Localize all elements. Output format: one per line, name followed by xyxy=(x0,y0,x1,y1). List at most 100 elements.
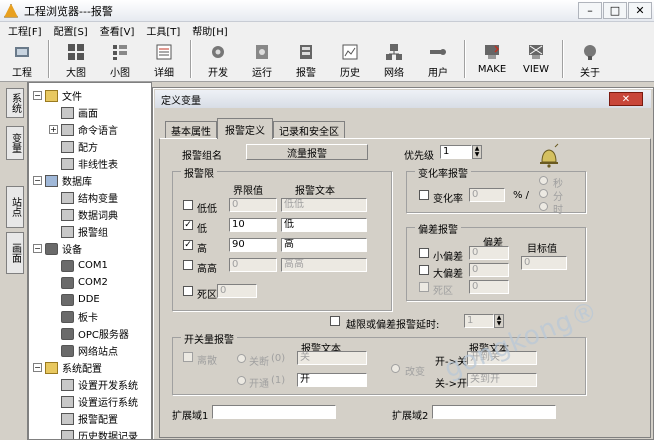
deviation-input[interactable]: 0 xyxy=(469,246,509,260)
tree-item[interactable]: 报警组 xyxy=(49,223,108,240)
tree-item[interactable]: 结构变量 xyxy=(49,189,118,206)
tree-item[interactable]: 板卡 xyxy=(49,308,98,325)
toolbar-about-button[interactable]: 关于 xyxy=(568,38,612,80)
tree-item[interactable]: COM1 xyxy=(49,257,108,274)
deviation-input[interactable]: 0 xyxy=(469,263,509,277)
menu-help[interactable]: 帮助[H] xyxy=(186,23,233,38)
collapse-icon[interactable]: − xyxy=(33,91,42,100)
switch-off-text-input[interactable]: 关 xyxy=(297,351,367,365)
deviation-input[interactable]: 0 xyxy=(469,280,509,294)
deadband-input[interactable]: 0 xyxy=(217,284,257,298)
toolbar-alarm-button[interactable]: 报警 xyxy=(284,38,328,80)
limit-text-input[interactable]: 高 xyxy=(281,238,367,252)
toolbar-small-icons-button[interactable]: 小图 xyxy=(98,38,142,80)
side-tab-variable[interactable]: 变量 xyxy=(6,126,24,160)
expand-icon[interactable]: + xyxy=(49,125,58,134)
close-button[interactable]: ✕ xyxy=(628,2,652,19)
limit-checkbox[interactable] xyxy=(183,200,193,210)
menu-config[interactable]: 配置[S] xyxy=(48,23,94,38)
collapse-icon[interactable]: − xyxy=(33,244,42,253)
alarm-icon xyxy=(300,45,312,59)
deviation-checkbox[interactable] xyxy=(419,248,429,258)
deadband-checkbox[interactable] xyxy=(183,286,193,296)
limit-text-input[interactable]: 低低 xyxy=(281,198,367,212)
side-tab-system[interactable]: 系统 xyxy=(6,88,24,118)
toolbar-detail-button[interactable]: 详细 xyxy=(142,38,186,80)
deviation-checkbox[interactable] xyxy=(419,282,429,292)
side-tab-site[interactable]: 站点 xyxy=(6,186,24,228)
doc-icon xyxy=(61,208,74,221)
discrete-checkbox[interactable] xyxy=(183,352,193,362)
delay-input[interactable]: 1 xyxy=(464,314,494,328)
dialog-close-button[interactable]: ✕ xyxy=(609,92,643,106)
tab-alarm-definition[interactable]: 报警定义 xyxy=(217,118,273,139)
tree-item[interactable]: 报警配置 xyxy=(49,410,118,427)
tree-item[interactable]: − 设备 xyxy=(33,240,82,257)
menu-view[interactable]: 查看[V] xyxy=(94,23,141,38)
menu-tools[interactable]: 工具[T] xyxy=(140,23,186,38)
delay-checkbox[interactable] xyxy=(330,316,340,326)
rate-unit-minute-radio[interactable] xyxy=(539,189,548,198)
limit-checkbox[interactable]: ✓ xyxy=(183,220,193,230)
collapse-icon[interactable]: − xyxy=(33,176,42,185)
toolbar-history-button[interactable]: 历史 xyxy=(328,38,372,80)
ext-field-2-input[interactable] xyxy=(432,405,556,419)
rate-unit-hour-radio[interactable] xyxy=(539,202,548,211)
tree-item[interactable]: 设置运行系统 xyxy=(49,393,138,410)
toolbar-make-button[interactable]: MAKE xyxy=(470,38,514,80)
tree-item[interactable]: 数据词典 xyxy=(49,206,118,223)
limit-text-input[interactable]: 高高 xyxy=(281,258,367,272)
switch-change-radio[interactable] xyxy=(391,364,400,373)
limit-value-input[interactable]: 0 xyxy=(229,198,277,212)
target-value-input[interactable]: 0 xyxy=(521,256,567,270)
doc-icon xyxy=(61,140,74,153)
toolbar-large-icons-button[interactable]: 大图 xyxy=(54,38,98,80)
tree-item[interactable]: − 文件 xyxy=(33,87,82,104)
tree-item[interactable]: 非线性表 xyxy=(49,155,118,172)
ext-field-1-input[interactable] xyxy=(212,405,336,419)
tree-item[interactable]: 网络站点 xyxy=(49,342,118,359)
tree-item[interactable]: 历史数据记录 xyxy=(49,427,138,439)
switch-off-radio[interactable] xyxy=(237,354,246,363)
limit-value-input[interactable]: 90 xyxy=(229,238,277,252)
tree-item[interactable]: 画面 xyxy=(49,104,98,121)
rate-unit-second-radio[interactable] xyxy=(539,176,548,185)
limit-text-input[interactable]: 低 xyxy=(281,218,367,232)
delay-spinner[interactable]: ▲ ▼ xyxy=(494,314,504,328)
tab-basic-properties[interactable]: 基本属性 xyxy=(165,121,217,139)
limit-checkbox[interactable] xyxy=(183,260,193,270)
tab-record-and-security[interactable]: 记录和安全区 xyxy=(273,121,345,139)
toolbar-develop-button[interactable]: 开发 xyxy=(196,38,240,80)
maximize-button[interactable]: □ xyxy=(603,2,627,19)
priority-spinner[interactable]: ▲ ▼ xyxy=(472,145,482,159)
tree-item[interactable]: DDE xyxy=(49,291,100,308)
tree-item[interactable]: 配方 xyxy=(49,138,98,155)
limit-value-input[interactable]: 10 xyxy=(229,218,277,232)
rate-input[interactable]: 0 xyxy=(469,188,505,202)
tree-item[interactable]: OPC服务器 xyxy=(49,325,129,342)
limit-value-input[interactable]: 0 xyxy=(229,258,277,272)
toolbar-run-button[interactable]: 运行 xyxy=(240,38,284,80)
tree-item-label: 网络站点 xyxy=(78,347,118,358)
deviation-checkbox[interactable] xyxy=(419,265,429,275)
tree-item[interactable]: 设置开发系统 xyxy=(49,376,138,393)
switch-on-text-input[interactable]: 开 xyxy=(297,373,367,387)
tree-item[interactable]: − 数据库 xyxy=(33,172,92,189)
tree-item-label: 设备 xyxy=(62,245,82,256)
side-tab-screen[interactable]: 画面 xyxy=(6,232,24,274)
toolbar-view-button[interactable]: VIEW xyxy=(514,38,558,80)
minimize-button[interactable]: – xyxy=(578,2,602,19)
tree-item[interactable]: COM2 xyxy=(49,274,108,291)
tree-item[interactable]: − 系统配置 xyxy=(33,359,102,376)
rate-checkbox[interactable] xyxy=(419,190,429,200)
toolbar-project-button[interactable]: 工程 xyxy=(0,38,44,80)
toolbar-network-button[interactable]: 网络 xyxy=(372,38,416,80)
tree-item[interactable]: + 命令语言 xyxy=(49,121,118,138)
limit-checkbox[interactable]: ✓ xyxy=(183,240,193,250)
switch-on-radio[interactable] xyxy=(237,376,246,385)
toolbar-user-button[interactable]: 用户 xyxy=(416,38,460,80)
collapse-icon[interactable]: − xyxy=(33,363,42,372)
alarm-group-button[interactable]: 流量报警 xyxy=(246,144,368,160)
priority-input[interactable]: 1 xyxy=(440,145,472,159)
menu-project[interactable]: 工程[F] xyxy=(2,23,48,38)
